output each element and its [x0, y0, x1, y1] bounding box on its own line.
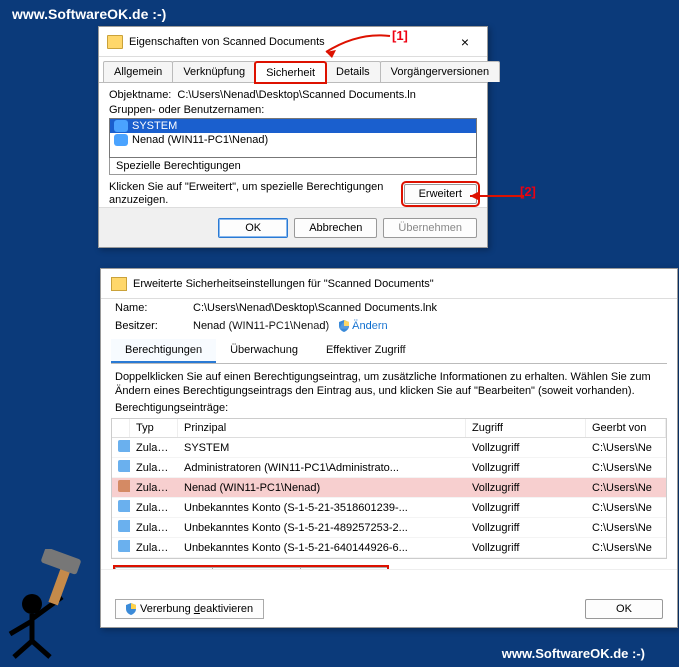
gruppen-label: Gruppen- oder Benutzernamen: — [109, 104, 477, 116]
properties-dialog: Eigenschaften von Scanned Documents × Al… — [98, 26, 488, 248]
users-icon — [114, 134, 128, 146]
vererbung-deaktivieren-button[interactable]: Vererbung deaktivieren — [115, 599, 264, 619]
shield-icon — [339, 320, 349, 332]
ok-button[interactable]: OK — [218, 218, 288, 238]
col-zugriff[interactable]: Zugriff — [466, 419, 586, 437]
tab-details[interactable]: Details — [325, 61, 381, 82]
tab-ueberwachung[interactable]: Überwachung — [216, 339, 312, 363]
table-row[interactable]: Zulas...Nenad (WIN11-PC1\Nenad)Vollzugri… — [112, 478, 666, 498]
tab-verknuepfung[interactable]: Verknüpfung — [172, 61, 256, 82]
shield-icon — [126, 603, 136, 615]
folder-icon — [111, 277, 127, 291]
list-item-label: Nenad (WIN11-PC1\Nenad) — [132, 134, 268, 146]
objektname-value: C:\Users\Nenad\Desktop\Scanned Documents… — [177, 89, 415, 101]
users-icon — [114, 120, 128, 132]
list-item-system[interactable]: SYSTEM — [110, 119, 476, 133]
erweitert-hint: Klicken Sie auf "Erweitert", um speziell… — [109, 181, 394, 207]
tab-effektiver-zugriff[interactable]: Effektiver Zugriff — [312, 339, 420, 363]
spezielle-berechtigungen-row: Spezielle Berechtigungen — [109, 158, 477, 175]
list-item-nenad[interactable]: Nenad (WIN11-PC1\Nenad) — [110, 133, 476, 147]
advanced-security-dialog: Erweiterte Sicherheitseinstellungen für … — [100, 268, 678, 628]
annotation-arrow-1 — [318, 32, 394, 62]
col-typ[interactable]: Typ — [130, 419, 178, 437]
users-icon — [118, 540, 130, 552]
table-row[interactable]: Zulas...Unbekanntes Konto (S-1-5-21-4892… — [112, 518, 666, 538]
entries-label: Berechtigungseinträge: — [101, 400, 677, 416]
besitzer-value: Nenad (WIN11-PC1\Nenad) — [193, 320, 329, 332]
annotation-marker-1: [1] — [392, 28, 408, 43]
table-row[interactable]: Zulas...Unbekanntes Konto (S-1-5-21-3518… — [112, 498, 666, 518]
tab-sicherheit[interactable]: Sicherheit — [255, 62, 326, 83]
uebernehmen-button[interactable]: Übernehmen — [383, 218, 477, 238]
ok-button[interactable]: OK — [585, 599, 663, 619]
tab-allgemein[interactable]: Allgemein — [103, 61, 173, 82]
tab-vorgaengerversionen[interactable]: Vorgängerversionen — [380, 61, 500, 82]
besitzer-label: Besitzer: — [115, 320, 183, 332]
users-icon — [118, 520, 130, 532]
users-icon — [118, 500, 130, 512]
table-row[interactable]: Zulas...Administratoren (WIN11-PC1\Admin… — [112, 458, 666, 478]
list-item-label: SYSTEM — [132, 120, 177, 132]
titlebar[interactable]: Erweiterte Sicherheitseinstellungen für … — [101, 269, 677, 299]
col-prinzipal[interactable]: Prinzipal — [178, 419, 466, 437]
abbrechen-button[interactable]: Abbrechen — [294, 218, 377, 238]
users-icon — [118, 460, 130, 472]
user-list[interactable]: SYSTEM Nenad (WIN11-PC1\Nenad) — [109, 118, 477, 158]
col-icon[interactable] — [112, 419, 130, 437]
tab-strip: Berechtigungen Überwachung Effektiver Zu… — [111, 339, 667, 364]
titlebar[interactable]: Eigenschaften von Scanned Documents × — [99, 27, 487, 57]
table-row[interactable]: Zulas...Unbekanntes Konto (S-1-5-21-6401… — [112, 538, 666, 558]
aendern-link[interactable]: Ändern — [339, 320, 387, 332]
table-header[interactable]: Typ Prinzipal Zugriff Geerbt von — [112, 419, 666, 438]
name-value: C:\Users\Nenad\Desktop\Scanned Documents… — [193, 302, 437, 314]
folder-icon — [107, 35, 123, 49]
tab-strip: Allgemein Verknüpfung Sicherheit Details… — [99, 57, 487, 83]
objektname-label: Objektname: — [109, 89, 171, 101]
window-title: Erweiterte Sicherheitseinstellungen für … — [133, 278, 434, 290]
close-button[interactable]: × — [451, 32, 479, 52]
users-icon — [118, 440, 130, 452]
watermark-bottom: www.SoftwareOK.de :-) — [502, 646, 645, 661]
annotation-arrow-2 — [460, 188, 528, 204]
mascot-hammer-figure — [2, 549, 112, 659]
description-text: Doppelklicken Sie auf einen Berechtigung… — [101, 364, 677, 400]
col-geerbt[interactable]: Geerbt von — [586, 419, 666, 437]
table-row[interactable]: Zulas...SYSTEMVollzugriffC:\Users\Ne — [112, 438, 666, 458]
user-icon — [118, 480, 130, 492]
name-label: Name: — [115, 302, 183, 314]
watermark-top: www.SoftwareOK.de :-) — [12, 6, 166, 22]
permissions-table: Typ Prinzipal Zugriff Geerbt von Zulas..… — [111, 418, 667, 559]
tab-berechtigungen[interactable]: Berechtigungen — [111, 339, 216, 363]
